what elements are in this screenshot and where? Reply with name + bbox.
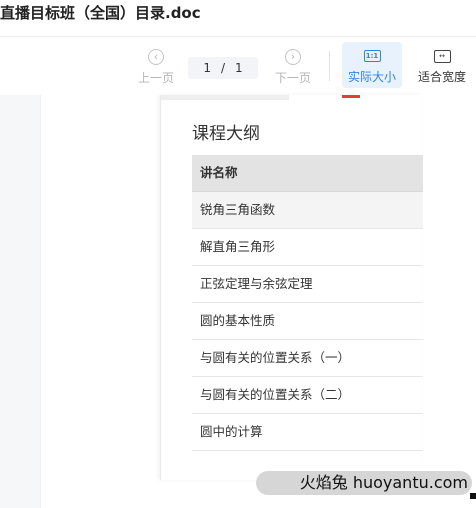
fit-width-button[interactable]: ↔ 适合宽度 (414, 42, 470, 88)
prev-page-button[interactable]: ‹ 上一页 (134, 37, 178, 95)
fit-width-label: 适合宽度 (417, 70, 466, 84)
table-header: 讲名称 (192, 155, 423, 192)
toolbar-divider (329, 51, 330, 81)
course-table: 讲名称 锐角三角函数 解直角三角形 正弦定理与余弦定理 圆的基本性质 与圆有关的… (192, 155, 423, 451)
document-page: 课程大纲 讲名称 锐角三角函数 解直角三角形 正弦定理与余弦定理 圆的基本性质 … (160, 95, 423, 480)
table-row: 圆的基本性质 (192, 303, 423, 340)
table-row: 与圆有关的位置关系（二） (192, 377, 423, 414)
page-current: 1 (203, 61, 211, 75)
table-row: 与圆有关的位置关系（一） (192, 340, 423, 377)
actual-size-icon: 1:1 (363, 50, 381, 62)
table-row: 解直角三角形 (192, 229, 423, 266)
document-title: 直播目标班（全国）目录.doc (0, 4, 201, 22)
next-page-button[interactable]: › 下一页 (271, 37, 315, 95)
page-total: 1 (235, 61, 243, 75)
left-sidebar (0, 95, 41, 508)
chevron-left-icon: ‹ (148, 49, 164, 65)
next-page-label: 下一页 (274, 71, 311, 85)
chevron-right-icon: › (285, 49, 301, 65)
page-red-marker (342, 95, 360, 98)
table-row: 正弦定理与余弦定理 (192, 266, 423, 303)
watermark-dot (470, 493, 476, 499)
watermark: 火焰兔 huoyantu.com (256, 471, 472, 495)
prev-page-label: 上一页 (137, 71, 174, 85)
page-top-strip (161, 95, 289, 100)
page-separator: / (220, 61, 226, 75)
fit-width-icon: ↔ (433, 50, 451, 63)
viewer-toolbar: ‹ 上一页 1 / 1 › 下一页 1:1 实际大小 ↔ 适合宽度 (0, 37, 476, 95)
page-number-field[interactable]: 1 / 1 (188, 57, 258, 79)
actual-size-label: 实际大小 (347, 70, 396, 84)
table-row: 锐角三角函数 (192, 192, 423, 229)
actual-size-button[interactable]: 1:1 实际大小 (342, 42, 402, 88)
title-bar: 直播目标班（全国）目录.doc (0, 0, 476, 37)
section-title: 课程大纲 (192, 124, 260, 144)
table-row: 圆中的计算 (192, 414, 423, 451)
